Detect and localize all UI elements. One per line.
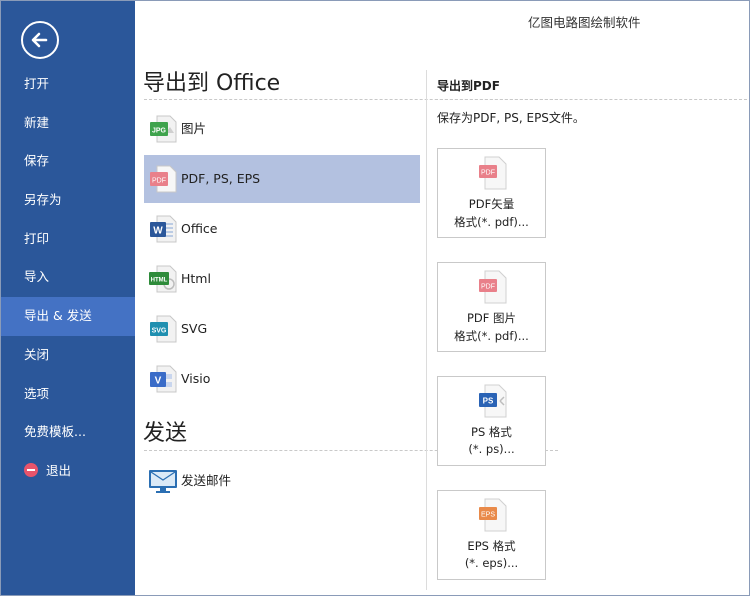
export-options-panel: 导出到 Office JPG 图片 PDF PDF, PS, EPS W Off… bbox=[136, 60, 558, 595]
pdf-file-icon: PDF bbox=[150, 165, 177, 193]
svg-text:EPS: EPS bbox=[481, 512, 495, 519]
card-label-line1: EPS 格式 bbox=[467, 539, 516, 553]
send-item-label: 发送邮件 bbox=[181, 473, 232, 488]
svg-text:W: W bbox=[153, 226, 163, 237]
export-item-label: PDF, PS, EPS bbox=[181, 171, 261, 186]
export-pdf-vector-button[interactable]: PDF PDF矢量 格式(*. pdf)... bbox=[437, 148, 546, 238]
export-item-image[interactable]: JPG 图片 bbox=[144, 105, 420, 153]
svg-text:V: V bbox=[155, 376, 162, 387]
menu-item-save-as[interactable]: 另存为 bbox=[1, 181, 135, 220]
menu-item-label: 选项 bbox=[24, 385, 50, 401]
eps-file-icon: EPS bbox=[479, 498, 507, 532]
card-label-line2: (*. eps)... bbox=[464, 556, 519, 570]
jpg-file-icon: JPG bbox=[150, 115, 177, 143]
send-email-icon bbox=[149, 470, 177, 493]
app-title: 亿图电路图绘制软件 bbox=[528, 15, 641, 30]
export-item-label: 图片 bbox=[181, 121, 207, 136]
export-item-label: Office bbox=[181, 221, 218, 236]
menu-item-print[interactable]: 打印 bbox=[1, 220, 135, 259]
backstage-menu: 打开 新建 保存 另存为 打印 导入 导出 & 发送 关闭 选项 免费模板...… bbox=[1, 65, 135, 491]
export-item-office[interactable]: W Office bbox=[144, 205, 420, 253]
menu-item-options[interactable]: 选项 bbox=[1, 375, 135, 414]
card-label-line2: 格式(*. pdf)... bbox=[454, 215, 529, 229]
menu-item-close[interactable]: 关闭 bbox=[1, 336, 135, 375]
menu-item-label: 保存 bbox=[24, 153, 50, 169]
backstage-sidebar: 打开 新建 保存 另存为 打印 导入 导出 & 发送 关闭 选项 免费模板...… bbox=[1, 1, 135, 595]
html-file-icon: HTML bbox=[149, 265, 177, 293]
export-section-title: 导出到 Office bbox=[143, 71, 281, 96]
menu-item-export-send[interactable]: 导出 & 发送 bbox=[1, 297, 135, 336]
menu-item-label: 打印 bbox=[24, 230, 50, 246]
pdf-vector-icon: PDF bbox=[479, 156, 507, 190]
back-button[interactable] bbox=[21, 21, 59, 59]
export-item-visio[interactable]: V Visio bbox=[144, 355, 420, 403]
menu-item-import[interactable]: 导入 bbox=[1, 258, 135, 297]
detail-title: 导出到PDF bbox=[437, 79, 500, 93]
export-item-label: Html bbox=[181, 271, 211, 286]
menu-item-save[interactable]: 保存 bbox=[1, 142, 135, 181]
export-ps-button[interactable]: PS PS 格式 (*. ps)... bbox=[437, 376, 546, 466]
card-label-line2: (*. ps)... bbox=[468, 442, 515, 456]
visio-file-icon: V bbox=[150, 365, 177, 393]
svg-text:PDF: PDF bbox=[481, 284, 495, 291]
card-label-line1: PS 格式 bbox=[471, 425, 512, 439]
export-detail-panel: 导出到PDF 保存为PDF, PS, EPS文件。 PDF PDF矢量 格式(*… bbox=[427, 60, 749, 595]
menu-item-label: 新建 bbox=[24, 114, 50, 130]
menu-item-open[interactable]: 打开 bbox=[1, 65, 135, 104]
exit-icon bbox=[24, 462, 38, 477]
send-item-email[interactable]: 发送邮件 bbox=[144, 457, 420, 505]
ps-file-icon: PS bbox=[479, 384, 507, 418]
menu-item-new[interactable]: 新建 bbox=[1, 104, 135, 143]
export-pdf-image-button[interactable]: PDF PDF 图片 格式(*. pdf)... bbox=[437, 262, 546, 352]
export-item-label: Visio bbox=[181, 371, 211, 386]
word-file-icon: W bbox=[150, 215, 177, 243]
menu-item-label: 导入 bbox=[24, 269, 50, 285]
svg-text:SVG: SVG bbox=[152, 328, 167, 335]
export-item-label: SVG bbox=[181, 321, 208, 336]
card-label-line1: PDF矢量 bbox=[468, 197, 515, 211]
menu-item-free-templates[interactable]: 免费模板... bbox=[1, 413, 135, 452]
export-item-html[interactable]: HTML Html bbox=[144, 255, 420, 303]
export-item-pdf-ps-eps[interactable]: PDF PDF, PS, EPS bbox=[144, 155, 420, 203]
detail-description: 保存为PDF, PS, EPS文件。 bbox=[437, 111, 585, 125]
menu-item-label: 另存为 bbox=[24, 192, 62, 208]
menu-item-label: 退出 bbox=[46, 462, 72, 478]
svg-text:PDF: PDF bbox=[481, 170, 495, 177]
menu-item-label: 免费模板... bbox=[24, 424, 86, 440]
send-section-title: 发送 bbox=[143, 421, 188, 446]
pdf-image-icon: PDF bbox=[479, 270, 507, 304]
section-divider bbox=[435, 99, 747, 100]
menu-item-label: 关闭 bbox=[24, 346, 50, 362]
menu-item-exit[interactable]: 退出 bbox=[1, 452, 135, 491]
export-eps-button[interactable]: EPS EPS 格式 (*. eps)... bbox=[437, 490, 546, 580]
svg-text:PS: PS bbox=[483, 397, 494, 406]
card-label-line1: PDF 图片 bbox=[466, 311, 517, 325]
svg-text:HTML: HTML bbox=[151, 278, 168, 284]
arrow-left-icon bbox=[31, 32, 48, 48]
export-item-svg[interactable]: SVG SVG bbox=[144, 305, 420, 353]
svg-text:JPG: JPG bbox=[152, 128, 167, 135]
card-label-line2: 格式(*. pdf)... bbox=[454, 329, 529, 343]
menu-item-label: 打开 bbox=[24, 76, 50, 91]
svg-text:PDF: PDF bbox=[152, 178, 166, 185]
svg-file-icon: SVG bbox=[150, 315, 177, 343]
menu-item-label: 导出 & 发送 bbox=[24, 308, 92, 324]
